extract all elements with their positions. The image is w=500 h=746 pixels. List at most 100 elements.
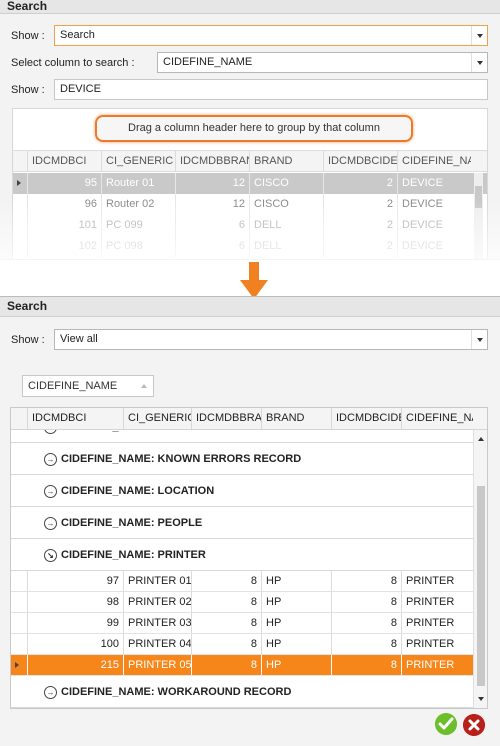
table-row[interactable]: 98 PRINTER 02 8 HP 8 PRINTER — [11, 592, 473, 613]
collapse-icon[interactable]: ↘ — [44, 549, 57, 562]
table-row[interactable]: 101 PC 099 6 DELL 2 DEVICE — [13, 215, 487, 236]
sort-ascending-icon[interactable] — [141, 384, 147, 388]
cell: 2 — [323, 236, 397, 257]
cell: DEVICE — [397, 236, 471, 257]
expand-icon[interactable]: → — [44, 517, 57, 530]
group-row-people[interactable]: → CIDEFINE_NAME: PEOPLE — [11, 507, 473, 539]
table-row[interactable]: 96 Router 02 12 CISCO 2 DEVICE — [13, 194, 487, 215]
scroll-down-icon[interactable] — [478, 697, 484, 701]
cell: 8 — [191, 613, 261, 633]
expand-icon[interactable]: → — [44, 686, 57, 699]
cell: HP — [261, 613, 331, 633]
column-header[interactable]: IDCMDBCIDEFINE — [331, 408, 401, 429]
cell: PRINTER 04 — [123, 634, 191, 654]
show-filter-value: DEVICE — [60, 83, 101, 95]
scrollbar-thumb[interactable] — [477, 486, 485, 686]
table-row[interactable]: 102 PC 098 6 DELL 2 DEVICE — [13, 236, 487, 257]
column-header[interactable]: IDCMDBBRAND — [191, 408, 261, 429]
scroll-up-icon[interactable] — [478, 437, 484, 441]
current-row-icon — [11, 655, 25, 676]
cell: PRINTER — [401, 613, 473, 633]
search-panel-before: Search Show : Search Select column to se… — [0, 0, 500, 260]
group-row-workaround[interactable]: → CIDEFINE_NAME: WORKAROUND RECORD — [11, 676, 473, 708]
grid-header: IDCMDBCI CI_GENERIC IDCMDBBRAND BRAND ID… — [11, 408, 487, 430]
group-row-printer[interactable]: ↘ CIDEFINE_NAME: PRINTER — [11, 539, 473, 571]
grid-body: → CIDEFINE_NAME: DEVICE → CIDEFINE_NAME:… — [11, 430, 473, 708]
vertical-scrollbar[interactable] — [473, 430, 487, 708]
show-dropdown[interactable]: View all — [54, 329, 488, 350]
column-header[interactable]: BRAND — [261, 408, 331, 429]
cell: 8 — [331, 571, 401, 591]
column-header[interactable]: IDCMDBCIDEFINE — [323, 151, 397, 172]
search-panel-after: Search Show : View all CIDEFINE_NAME IDC… — [0, 296, 500, 746]
expand-icon[interactable]: → — [44, 485, 57, 498]
cell: DEVICE — [397, 194, 471, 215]
scrollbar-thumb[interactable] — [475, 186, 482, 208]
cell: 8 — [191, 655, 261, 675]
cancel-button[interactable] — [463, 714, 485, 736]
cell: 8 — [191, 571, 261, 591]
cell: 12 — [175, 194, 249, 215]
cell: 97 — [27, 571, 123, 591]
cell: 8 — [191, 592, 261, 612]
column-header[interactable]: IDCMDBCI — [27, 151, 101, 172]
cell: PRINTER 05 — [123, 655, 191, 675]
cell: 100 — [27, 634, 123, 654]
table-row[interactable]: 99 PRINTER 03 8 HP 8 PRINTER — [11, 613, 473, 634]
cell: CISCO — [249, 194, 323, 215]
cell: PC 099 — [101, 215, 175, 236]
table-row[interactable]: 100 PRINTER 04 8 HP 8 PRINTER — [11, 634, 473, 655]
group-label: CIDEFINE_NAME: DEVICE — [61, 430, 199, 443]
expand-icon[interactable]: → — [44, 453, 57, 466]
group-row-known-errors[interactable]: → CIDEFINE_NAME: KNOWN ERRORS RECORD — [11, 443, 473, 475]
cell: 215 — [27, 655, 123, 675]
show-label: Show : — [11, 334, 45, 346]
cell: Router 02 — [101, 194, 175, 215]
cell: PRINTER 01 — [123, 571, 191, 591]
group-label: CIDEFINE_NAME: KNOWN ERRORS RECORD — [61, 453, 302, 465]
cell: PRINTER 02 — [123, 592, 191, 612]
expand-icon[interactable]: → — [44, 430, 57, 434]
chevron-down-icon[interactable] — [471, 26, 487, 45]
table-row[interactable]: 97 PRINTER 01 8 HP 8 PRINTER — [11, 571, 473, 592]
vertical-scrollbar[interactable] — [474, 173, 483, 259]
cell: 99 — [27, 613, 123, 633]
show-dropdown[interactable]: Search — [54, 25, 488, 46]
down-arrow-icon — [240, 262, 268, 299]
cell: 2 — [323, 194, 397, 215]
chevron-down-icon[interactable] — [471, 53, 487, 72]
grid-header: IDCMDBCI CI_GENERIC IDCMDBBRAND BRAND ID… — [13, 150, 487, 172]
select-column-label: Select column to search : — [11, 57, 135, 69]
results-grid: Drag a column header here to group by th… — [12, 108, 488, 260]
column-header[interactable]: CIDEFINE_NAME — [397, 151, 471, 172]
select-column-dropdown[interactable]: CIDEFINE_NAME — [157, 52, 488, 73]
ok-button[interactable] — [435, 713, 457, 735]
cell: HP — [261, 655, 331, 675]
column-header[interactable]: CIDEFINE_NAME — [401, 408, 473, 429]
chevron-down-icon[interactable] — [471, 330, 487, 349]
column-header[interactable]: CI_GENERIC — [123, 408, 191, 429]
cell: 8 — [331, 634, 401, 654]
column-header[interactable]: IDCMDBBRAND — [175, 151, 249, 172]
select-column-value: CIDEFINE_NAME — [163, 56, 253, 68]
group-label: CIDEFINE_NAME: PRINTER — [61, 549, 206, 561]
cell: HP — [261, 571, 331, 591]
table-row[interactable]: 95 Router 01 12 CISCO 2 DEVICE — [13, 173, 487, 194]
group-by-chip[interactable]: CIDEFINE_NAME — [22, 375, 154, 397]
group-row-device[interactable]: → CIDEFINE_NAME: DEVICE — [11, 430, 473, 443]
column-header[interactable]: BRAND — [249, 151, 323, 172]
table-row-selected[interactable]: 215 PRINTER 05 8 HP 8 PRINTER — [11, 655, 473, 676]
cell: 8 — [331, 655, 401, 675]
column-header[interactable]: IDCMDBCI — [27, 408, 123, 429]
column-header[interactable]: CI_GENERIC — [101, 151, 175, 172]
cell: DEVICE — [397, 173, 471, 194]
show-filter-input[interactable]: DEVICE — [54, 79, 488, 100]
cell: 96 — [27, 194, 101, 215]
cell: 98 — [27, 592, 123, 612]
group-by-hint[interactable]: Drag a column header here to group by th… — [95, 115, 413, 142]
cell: PRINTER — [401, 655, 473, 675]
group-row-location[interactable]: → CIDEFINE_NAME: LOCATION — [11, 475, 473, 507]
cell: 6 — [175, 215, 249, 236]
group-label: CIDEFINE_NAME: PEOPLE — [61, 517, 203, 529]
cell: PRINTER — [401, 571, 473, 591]
